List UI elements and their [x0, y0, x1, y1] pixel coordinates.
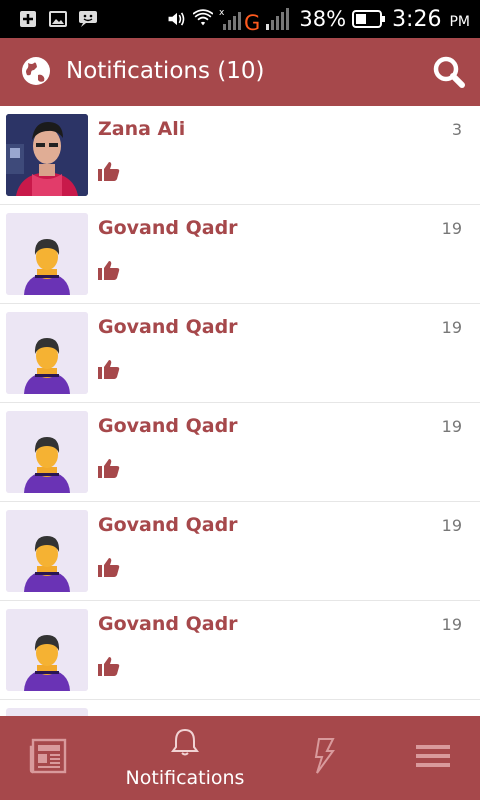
add-notification-icon	[18, 10, 38, 28]
newspaper-icon	[29, 737, 67, 779]
notification-item[interactable]: Govand Qadr 19	[0, 205, 480, 304]
notification-count: 19	[441, 417, 462, 436]
thumbs-up-icon	[97, 655, 121, 677]
notification-item[interactable]: Govand Qadr 19	[0, 403, 480, 502]
notification-name[interactable]: Govand Qadr	[98, 613, 238, 635]
bell-icon	[170, 727, 200, 761]
search-icon[interactable]	[432, 55, 466, 89]
message-icon	[78, 10, 98, 28]
nav-flash-button[interactable]	[305, 716, 341, 800]
status-bar: xG 38% 3:26 PM	[0, 0, 480, 38]
avatar[interactable]	[6, 312, 88, 394]
avatar[interactable]	[6, 411, 88, 493]
globe-icon[interactable]	[20, 55, 52, 87]
app-bar: Notifications (10)	[0, 38, 480, 106]
bottom-nav: Notifications	[0, 716, 480, 800]
notification-name[interactable]: Govand Qadr	[98, 514, 238, 536]
notification-name[interactable]: Govand Qadr	[98, 415, 238, 437]
notification-name[interactable]: Govand Qadr	[98, 217, 238, 239]
notification-item[interactable]: Govand Qadr 19	[0, 304, 480, 403]
page-title: Notifications (10)	[66, 58, 265, 84]
thumbs-up-icon	[97, 457, 121, 479]
notification-count: 19	[441, 318, 462, 337]
nav-notifications-button[interactable]: Notifications	[120, 716, 250, 800]
thumbs-up-icon	[97, 259, 121, 281]
thumbs-up-icon	[97, 358, 121, 380]
notification-item[interactable]: Govand Qadr 19	[0, 601, 480, 700]
notification-name[interactable]: Govand Qadr	[98, 316, 238, 338]
notification-list[interactable]: Zana Ali 3 Govand Qadr 19 Govand Qadr 19…	[0, 106, 480, 716]
avatar[interactable]	[6, 114, 88, 196]
signal-icon: xG	[219, 8, 293, 32]
avatar[interactable]	[6, 708, 88, 716]
notification-name[interactable]: Zana Ali	[98, 118, 185, 140]
avatar[interactable]	[6, 510, 88, 592]
thumbs-up-icon	[97, 160, 121, 182]
wifi-icon	[193, 9, 214, 28]
notification-count: 3	[451, 120, 462, 139]
battery-percent: 38%	[299, 7, 347, 31]
svg-text:x: x	[219, 8, 225, 18]
avatar[interactable]	[6, 213, 88, 295]
lightning-icon	[311, 737, 335, 779]
notification-count: 19	[441, 516, 462, 535]
image-icon	[48, 10, 68, 28]
notification-count: 19	[441, 219, 462, 238]
clock-time: 3:26	[392, 6, 442, 32]
clock-ampm: PM	[449, 14, 470, 30]
nav-news-button[interactable]	[28, 716, 68, 800]
avatar[interactable]	[6, 609, 88, 691]
notification-item[interactable]: Govand Qadr 19	[0, 502, 480, 601]
menu-icon	[415, 743, 451, 773]
nav-menu-button[interactable]	[410, 716, 456, 800]
battery-icon	[352, 10, 386, 28]
notification-item-partial[interactable]	[0, 700, 480, 716]
nav-notifications-label: Notifications	[125, 767, 245, 789]
thumbs-up-icon	[97, 556, 121, 578]
network-type-text: G	[244, 11, 260, 32]
notification-count: 19	[441, 615, 462, 634]
volume-icon	[167, 10, 187, 28]
notification-item[interactable]: Zana Ali 3	[0, 106, 480, 205]
